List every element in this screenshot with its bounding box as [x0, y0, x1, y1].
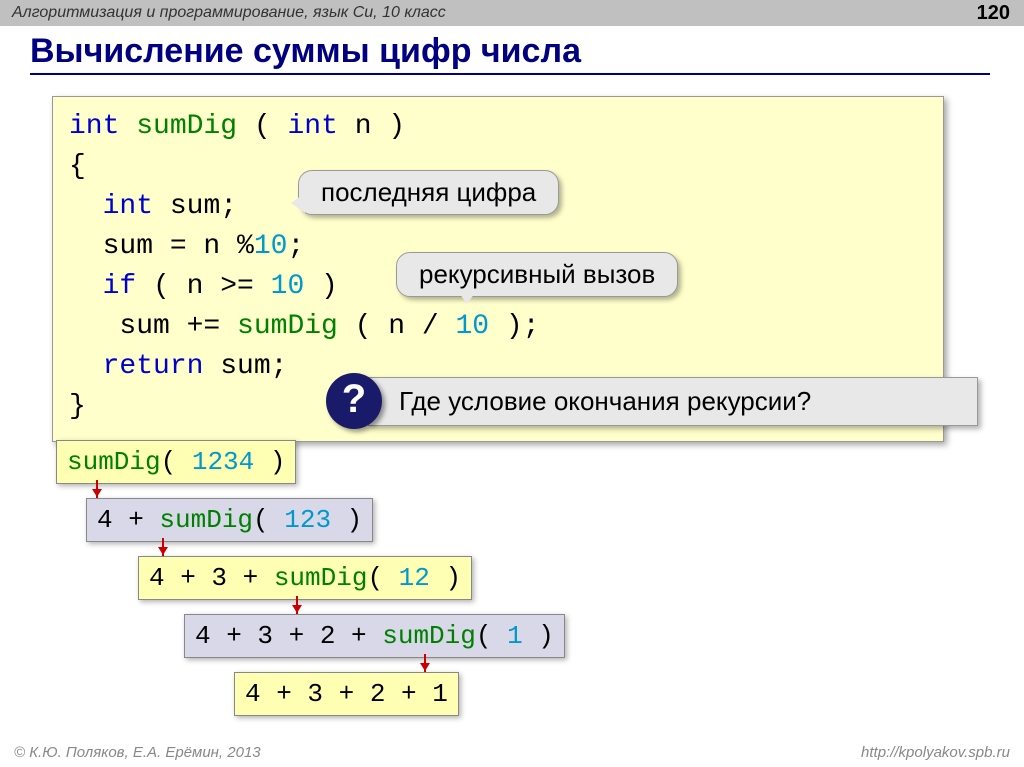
breadcrumb-bar: Алгоритмизация и программирование, язык …	[0, 0, 1024, 26]
question-mark-icon: ?	[326, 373, 382, 429]
arrow-icon	[424, 654, 426, 674]
copyright: © К.Ю. Поляков, Е.А. Ерёмин, 2013	[14, 744, 261, 761]
callout-last-digit: последняя цифра	[298, 170, 559, 215]
callout-recursive-call: рекурсивный вызов	[396, 252, 678, 297]
arrow-icon	[296, 596, 298, 616]
question-row: ? Где условие окончания рекурсии?	[326, 373, 978, 429]
footer: © К.Ю. Поляков, Е.А. Ерёмин, 2013 http:/…	[0, 742, 1024, 763]
page-number: 120	[977, 0, 1010, 26]
chain-step: 4 + sumDig( 123 )	[86, 498, 373, 542]
page-title: Вычисление суммы цифр числа	[30, 32, 990, 75]
breadcrumb: Алгоритмизация и программирование, язык …	[12, 4, 446, 21]
arrow-icon	[96, 480, 98, 500]
chain-step: 4 + 3 + 2 + 1	[234, 672, 459, 716]
chain-step: 4 + 3 + 2 + sumDig( 1 )	[184, 614, 565, 658]
chain-step: 4 + 3 + sumDig( 12 )	[138, 556, 472, 600]
code-line: int sumDig ( int n )	[69, 107, 927, 147]
arrow-icon	[162, 538, 164, 558]
chain-step: sumDig( 1234 )	[56, 440, 296, 484]
code-line: sum += sumDig ( n / 10 );	[69, 307, 927, 347]
question-text: Где условие окончания рекурсии?	[368, 377, 978, 426]
footer-url: http://kpolyakov.spb.ru	[861, 744, 1010, 761]
